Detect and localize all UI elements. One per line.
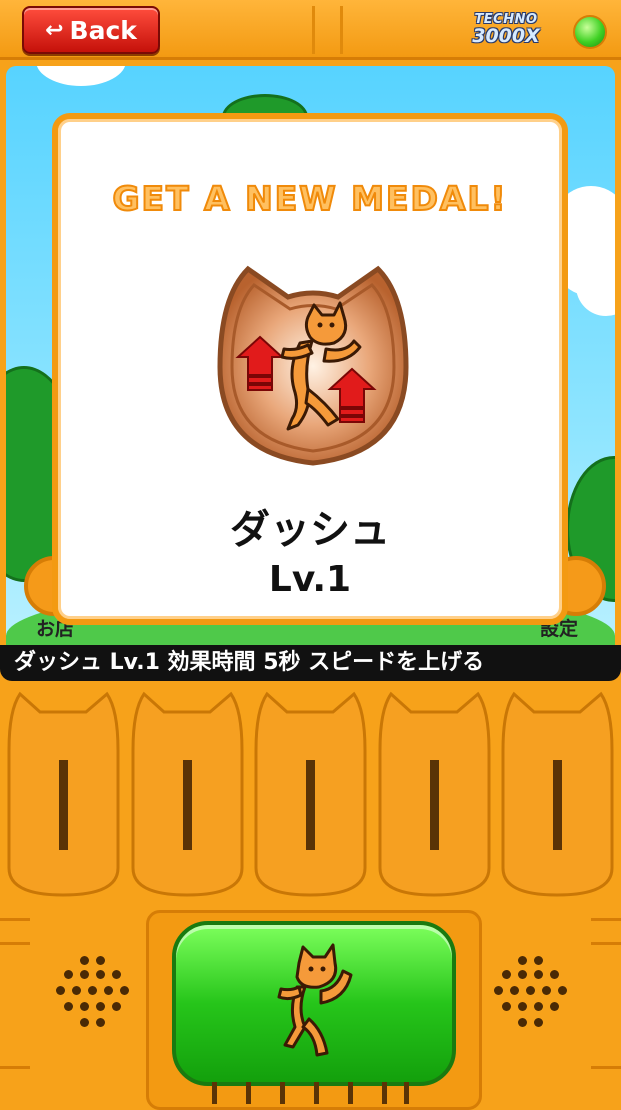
vent-notch	[314, 1082, 319, 1104]
back-button-label: Back	[69, 15, 137, 45]
medal-slot[interactable]	[500, 690, 615, 900]
vent-line	[0, 1066, 30, 1069]
speaker-right	[482, 950, 582, 1050]
top-bar: ↩ Back TECHNO 3000X	[0, 0, 621, 60]
vent-line	[591, 942, 621, 945]
bar-seam	[340, 6, 343, 54]
vent-line	[0, 918, 30, 921]
vent-notch	[404, 1082, 409, 1104]
ticker-text: ダッシュ Lv.1 効果時間 5秒 スピードを上げる	[14, 650, 485, 675]
medal-slot[interactable]	[6, 690, 121, 900]
brand-line2: 3000X	[472, 25, 540, 47]
popup-title: GET A NEW MEDAL!	[111, 178, 508, 219]
medal-name: ダッシュ	[230, 507, 390, 553]
vent-line	[0, 942, 30, 945]
info-ticker: ダッシュ Lv.1 効果時間 5秒 スピードを上げる	[0, 645, 621, 681]
vent-notch	[348, 1082, 353, 1104]
back-button[interactable]: ↩ Back	[22, 6, 160, 54]
medal-slot[interactable]	[130, 690, 245, 900]
vent-notch	[246, 1082, 251, 1104]
status-led-icon	[573, 15, 607, 49]
cat-dash-medal-icon	[217, 265, 409, 466]
vent-line	[591, 918, 621, 921]
medal-slot[interactable]	[253, 690, 368, 900]
new-medal-popup[interactable]: GET A NEW MEDAL! ダッシュ Lv.1	[52, 113, 568, 625]
vent-notch	[212, 1082, 217, 1104]
vent-line	[591, 1066, 621, 1069]
speaker-left	[44, 950, 144, 1050]
bar-seam	[312, 6, 315, 54]
vent-notch	[382, 1082, 387, 1104]
brand-logo: TECHNO 3000X	[454, 12, 558, 47]
medal-slot[interactable]	[377, 690, 492, 900]
return-arrow-icon: ↩	[45, 17, 64, 43]
running-cat-icon	[277, 943, 353, 1057]
vent-notch	[280, 1082, 285, 1104]
go-button[interactable]	[172, 921, 456, 1086]
cloud	[36, 66, 126, 86]
medal-level: Lv.1	[268, 559, 352, 600]
